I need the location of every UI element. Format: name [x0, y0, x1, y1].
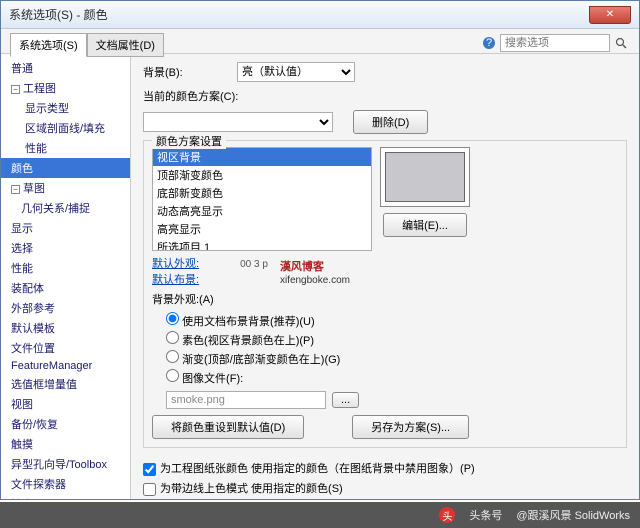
help-icon[interactable]: ?	[482, 36, 496, 50]
chk-edit-in-assembly[interactable]: 当在装配体中编辑零件时 使用指定的颜色(E)	[143, 498, 627, 499]
scheme-label: 当前的颜色方案(C):	[143, 88, 238, 104]
group-title: 颜色方案设置	[152, 133, 226, 149]
collapse-icon[interactable]: −	[11, 85, 20, 94]
bg-appearance-radios: 使用文档布景背景(推荐)(U) 素色(视区背景颜色在上)(P) 渐变(顶部/底部…	[166, 311, 618, 387]
sidebar-item[interactable]: 选值框增量值	[1, 374, 130, 394]
scheme-combo[interactable]	[143, 112, 333, 132]
sidebar-item[interactable]: 装配体	[1, 278, 130, 298]
sidebar-item[interactable]: 选择	[1, 238, 130, 258]
image-file-field[interactable]	[166, 391, 326, 409]
color-preview	[380, 147, 470, 207]
source-icon: 头	[439, 507, 455, 523]
tab-strip: 系统选项(S) 文档属性(D)	[10, 33, 164, 57]
content-wrap: 普通 −工程图 显示类型 区域剖面线/填充 性能 颜色 −草图 几何关系/捕捉 …	[1, 53, 639, 499]
sidebar-item[interactable]: 几何关系/捕捉	[1, 198, 130, 218]
tab-system-options[interactable]: 系统选项(S)	[10, 33, 87, 57]
chk-edges-shaded[interactable]: 为带边线上色模式 使用指定的颜色(S)	[143, 478, 627, 498]
list-item[interactable]: 视区背景	[153, 148, 371, 166]
search-box: ?	[482, 34, 628, 52]
sidebar-item[interactable]: 默认模板	[1, 318, 130, 338]
sidebar-item[interactable]: 显示	[1, 218, 130, 238]
background-label: 背景(B):	[143, 64, 231, 80]
main-panel: 背景(B): 亮（默认值） 当前的颜色方案(C): 删除(D) 颜色方案设置 视…	[131, 54, 639, 499]
sidebar-item[interactable]: 外部参考	[1, 298, 130, 318]
sidebar: 普通 −工程图 显示类型 区域剖面线/填充 性能 颜色 −草图 几何关系/捕捉 …	[1, 54, 131, 499]
overlay-bar: 头 头条号 @跟溪风景 SolidWorks	[0, 502, 640, 528]
checkboxes: 为工程图纸张颜色 使用指定的颜色（在图纸背景中禁用图象）(P) 为带边线上色模式…	[143, 458, 627, 499]
save-as-scheme-button[interactable]: 另存为方案(S)...	[352, 415, 469, 439]
list-item[interactable]: 顶部渐变颜色	[153, 166, 371, 184]
color-list[interactable]: 视区背景 顶部渐变颜色 底部新变颜色 动态高亮显示 高亮显示 所选项目 1 所选…	[152, 147, 372, 251]
radio-doc-scene[interactable]: 使用文档布景背景(推荐)(U)	[166, 311, 618, 330]
sidebar-item[interactable]: −草图	[1, 178, 130, 198]
radio-image[interactable]: 图像文件(F):	[166, 368, 618, 387]
sidebar-item[interactable]: 异型孔向导/Toolbox	[1, 454, 130, 474]
sidebar-item[interactable]: 文件探索器	[1, 474, 130, 494]
list-item[interactable]: 底部新变颜色	[153, 184, 371, 202]
sidebar-item[interactable]: 备份/恢复	[1, 414, 130, 434]
sidebar-item[interactable]: 性能	[1, 258, 130, 278]
source-name: @跟溪风景 SolidWorks	[516, 507, 630, 523]
default-scene-link[interactable]: 默认布景:	[152, 271, 199, 287]
titlebar: 系统选项(S) - 颜色 ✕	[1, 1, 639, 29]
watermark: 漢风博客 xifengboke.com	[280, 257, 350, 286]
bg-appearance-label: 背景外观:(A)	[152, 291, 618, 307]
browse-button[interactable]: ...	[332, 392, 359, 408]
sidebar-item[interactable]: 视图	[1, 394, 130, 414]
default-appearance-link[interactable]: 默认外观:	[152, 255, 199, 271]
sidebar-item[interactable]: 文件位置	[1, 338, 130, 358]
window: 系统选项(S) - 颜色 ✕ 系统选项(S) 文档属性(D) ? 普通 −工程图…	[0, 0, 640, 500]
window-title: 系统选项(S) - 颜色	[9, 6, 108, 23]
reset-colors-button[interactable]: 将颜色重设到默认值(D)	[152, 415, 304, 439]
collapse-icon[interactable]: −	[11, 185, 20, 194]
list-item[interactable]: 所选项目 1	[153, 238, 371, 251]
tab-document-properties[interactable]: 文档属性(D)	[87, 33, 164, 57]
sidebar-item[interactable]: −工程图	[1, 78, 130, 98]
sidebar-item[interactable]: 区域剖面线/填充	[1, 118, 130, 138]
close-button[interactable]: ✕	[589, 6, 631, 24]
sidebar-item[interactable]: 普通	[1, 58, 130, 78]
sidebar-item[interactable]: 显示类型	[1, 98, 130, 118]
count-text: 00 3 p	[240, 259, 268, 270]
delete-button[interactable]: 删除(D)	[353, 110, 428, 134]
list-item[interactable]: 动态高亮显示	[153, 202, 371, 220]
list-item[interactable]: 高亮显示	[153, 220, 371, 238]
sidebar-item[interactable]: 触摸	[1, 434, 130, 454]
background-combo[interactable]: 亮（默认值）	[237, 62, 355, 82]
chk-drawing-paper[interactable]: 为工程图纸张颜色 使用指定的颜色（在图纸背景中禁用图象）(P)	[143, 458, 627, 478]
body: 普通 −工程图 显示类型 区域剖面线/填充 性能 颜色 −草图 几何关系/捕捉 …	[1, 29, 639, 499]
svg-text:?: ?	[486, 37, 492, 49]
sidebar-item[interactable]: 性能	[1, 138, 130, 158]
search-input[interactable]	[500, 34, 610, 52]
color-scheme-group: 颜色方案设置 视区背景 顶部渐变颜色 底部新变颜色 动态高亮显示 高亮显示 所选…	[143, 140, 627, 448]
source-label: 头条号	[469, 507, 502, 523]
sidebar-item[interactable]: FeatureManager	[1, 358, 130, 374]
radio-plain[interactable]: 素色(视区背景颜色在上)(P)	[166, 330, 618, 349]
sidebar-item[interactable]: 搜索	[1, 494, 130, 499]
edit-button[interactable]: 编辑(E)...	[383, 213, 467, 237]
radio-gradient[interactable]: 渐变(顶部/底部渐变颜色在上)(G)	[166, 349, 618, 368]
search-icon[interactable]	[614, 36, 628, 50]
links-row: 默认外观: 00 3 p 默认布景: 漢风博客 xifengboke.com	[152, 255, 618, 287]
sidebar-item-colors[interactable]: 颜色	[1, 158, 130, 178]
